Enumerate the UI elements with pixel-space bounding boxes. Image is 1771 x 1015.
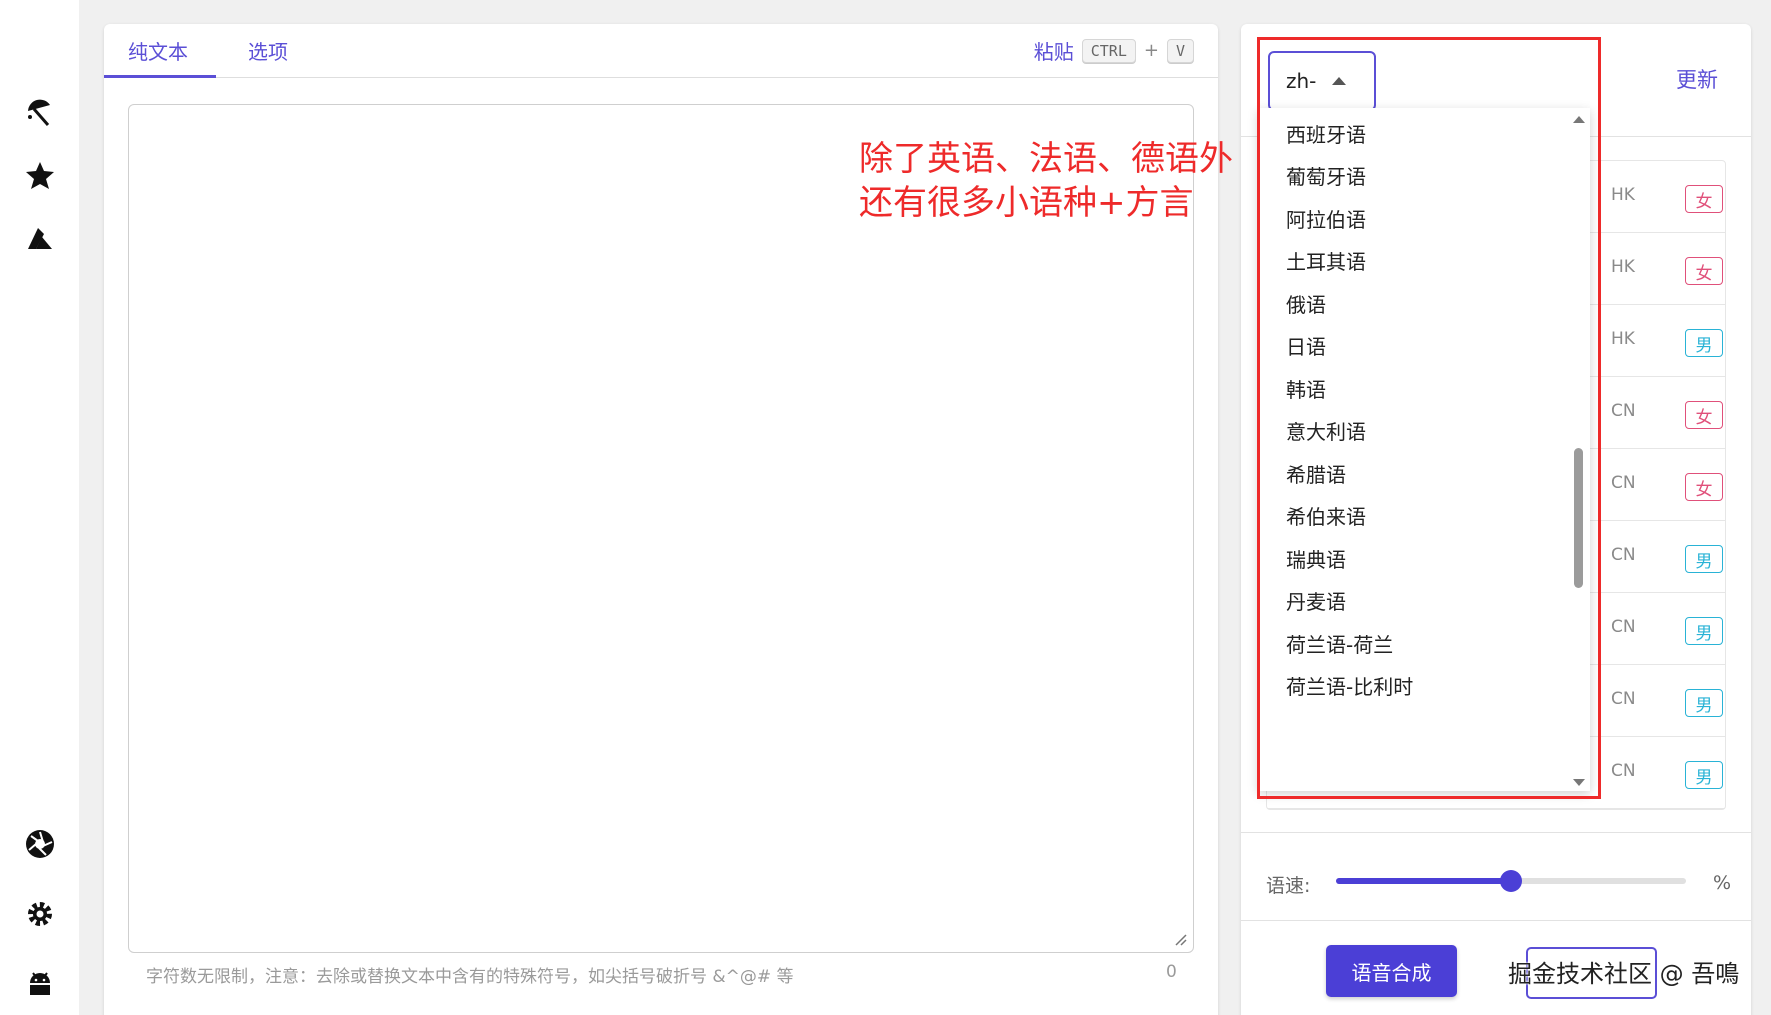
speed-slider[interactable] — [1336, 870, 1686, 892]
divider — [1241, 832, 1751, 833]
dropdown-option[interactable]: 日语 — [1286, 331, 1326, 360]
dropdown-option[interactable]: 希伯来语 — [1286, 501, 1366, 530]
text-input[interactable]: 除了英语、法语、德语外 还有很多小语种+方言 — [128, 104, 1233, 953]
gender-badge: 女 — [1685, 401, 1723, 429]
slider-fill — [1336, 878, 1511, 884]
aperture-icon[interactable] — [22, 826, 58, 862]
gender-badge: 男 — [1685, 689, 1723, 717]
slider-thumb[interactable] — [1500, 870, 1522, 892]
gender-badge: 男 — [1685, 545, 1723, 573]
shortcut-plus: + — [1143, 40, 1159, 61]
editor-card: 纯文本 选项 粘贴 CTRL + V 除了英语、法语、德语外 还有很多小语种+方… — [104, 24, 1233, 1015]
tab-options[interactable]: 选项 — [248, 36, 288, 65]
azure-icon[interactable] — [22, 221, 58, 257]
dropdown-option[interactable]: 荷兰语-荷兰 — [1286, 629, 1393, 658]
resize-handle-icon[interactable] — [1173, 932, 1187, 946]
voice-locale: CN — [1611, 689, 1636, 709]
annotation-line-1: 除了英语、法语、德语外 — [859, 139, 1233, 179]
dropdown-option[interactable]: 荷兰语-比利时 — [1286, 671, 1413, 700]
scroll-down-icon[interactable] — [1573, 779, 1585, 786]
star-icon[interactable] — [22, 157, 58, 193]
refresh-button[interactable]: 更新 — [1676, 64, 1718, 94]
divider — [1241, 920, 1751, 921]
dropdown-option[interactable]: 希腊语 — [1286, 459, 1346, 488]
dropdown-option[interactable]: 意大利语 — [1286, 416, 1366, 445]
language-select[interactable]: zh- — [1268, 51, 1376, 111]
dropdown-option[interactable]: 西班牙语 — [1286, 119, 1366, 148]
language-dropdown: 西班牙语 葡萄牙语 阿拉伯语 土耳其语 俄语 日语 韩语 意大利语 希腊语 希伯… — [1258, 108, 1590, 791]
synthesize-button[interactable]: 语音合成 — [1326, 945, 1457, 997]
tab-plain-text[interactable]: 纯文本 — [128, 36, 188, 65]
dropdown-scrollbar[interactable] — [1574, 448, 1583, 588]
watermark: 掘金技术社区 @ 吾鳴 — [1508, 960, 1740, 988]
gear-icon[interactable] — [22, 896, 58, 932]
android-icon[interactable] — [22, 963, 58, 999]
speed-label: 语速: — [1266, 875, 1311, 897]
ctrl-key: CTRL — [1081, 38, 1136, 63]
scroll-up-icon[interactable] — [1573, 116, 1585, 123]
percent-sign: % — [1713, 872, 1732, 894]
caret-up-icon — [1332, 77, 1346, 85]
dropdown-option[interactable]: 瑞典语 — [1286, 544, 1346, 573]
voice-locale: CN — [1611, 401, 1636, 421]
voice-locale: CN — [1611, 617, 1636, 637]
annotation-text: 除了英语、法语、德语外 还有很多小语种+方言 — [859, 137, 1233, 225]
gender-badge: 男 — [1685, 761, 1723, 789]
voice-locale: HK — [1611, 185, 1635, 205]
dropdown-option[interactable]: 阿拉伯语 — [1286, 204, 1366, 233]
voice-locale: CN — [1611, 761, 1636, 781]
gender-badge: 男 — [1685, 617, 1723, 645]
umbrella-icon[interactable] — [22, 95, 58, 131]
annotation-line-2: 还有很多小语种+方言 — [859, 183, 1194, 223]
gender-badge: 女 — [1685, 473, 1723, 501]
active-tab-indicator — [104, 75, 216, 78]
input-hint: 字符数无限制，注意：去除或替换文本中含有的特殊符号，如尖括号破折号 &^@# 等 — [146, 967, 794, 987]
editor-tabs: 纯文本 选项 粘贴 CTRL + V — [104, 24, 1218, 78]
voice-locale: HK — [1611, 329, 1635, 349]
dropdown-option[interactable]: 丹麦语 — [1286, 586, 1346, 615]
sidebar — [0, 0, 79, 1015]
dropdown-option[interactable]: 土耳其语 — [1286, 246, 1366, 275]
gender-badge: 女 — [1685, 257, 1723, 285]
dropdown-option[interactable]: 韩语 — [1286, 374, 1326, 403]
v-key: V — [1166, 38, 1194, 63]
gender-badge: 女 — [1685, 185, 1723, 213]
voice-locale: CN — [1611, 545, 1636, 565]
char-count: 0 — [1166, 962, 1177, 982]
voice-locale: HK — [1611, 257, 1635, 277]
paste-label: 粘贴 — [1033, 40, 1074, 64]
dropdown-option[interactable]: 葡萄牙语 — [1286, 161, 1366, 190]
dropdown-option[interactable]: 俄语 — [1286, 289, 1326, 318]
gender-badge: 男 — [1685, 329, 1723, 357]
paste-button[interactable]: 粘贴 CTRL + V — [1034, 36, 1194, 65]
language-value: zh- — [1286, 69, 1317, 93]
voice-locale: CN — [1611, 473, 1636, 493]
